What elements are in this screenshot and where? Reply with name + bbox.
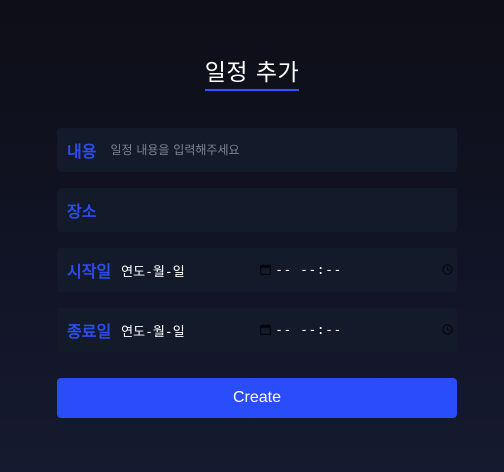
end-time-input[interactable]: -- --:--: [275, 308, 457, 352]
clock-icon[interactable]: [442, 264, 453, 275]
content-input[interactable]: [110, 128, 457, 172]
calendar-icon[interactable]: [260, 324, 272, 335]
end-date-value: 연도-월-일: [121, 324, 185, 340]
place-input[interactable]: [102, 188, 457, 232]
start-row: 시작일 연도-월-일 -- --:--: [57, 248, 457, 292]
place-label: 장소: [67, 202, 97, 221]
title-wrap: 일정 추가: [0, 58, 504, 91]
start-time-value: -- --:--: [275, 262, 342, 278]
content-label: 내용: [67, 142, 97, 161]
start-date-value: 연도-월-일: [121, 264, 185, 280]
end-label: 종료일: [67, 322, 112, 341]
place-row: 장소: [57, 188, 457, 232]
start-date-input[interactable]: 연도-월-일: [121, 248, 272, 292]
end-time-value: -- --:--: [275, 322, 342, 338]
page-title: 일정 추가: [204, 58, 300, 91]
start-time-input[interactable]: -- --:--: [275, 248, 457, 292]
clock-icon[interactable]: [442, 324, 453, 335]
content-row: 내용: [57, 128, 457, 172]
end-date-input[interactable]: 연도-월-일: [121, 308, 272, 352]
create-button[interactable]: Create: [57, 378, 457, 418]
calendar-icon[interactable]: [260, 264, 272, 275]
start-label: 시작일: [67, 262, 112, 281]
end-row: 종료일 연도-월-일 -- --:--: [57, 308, 457, 352]
